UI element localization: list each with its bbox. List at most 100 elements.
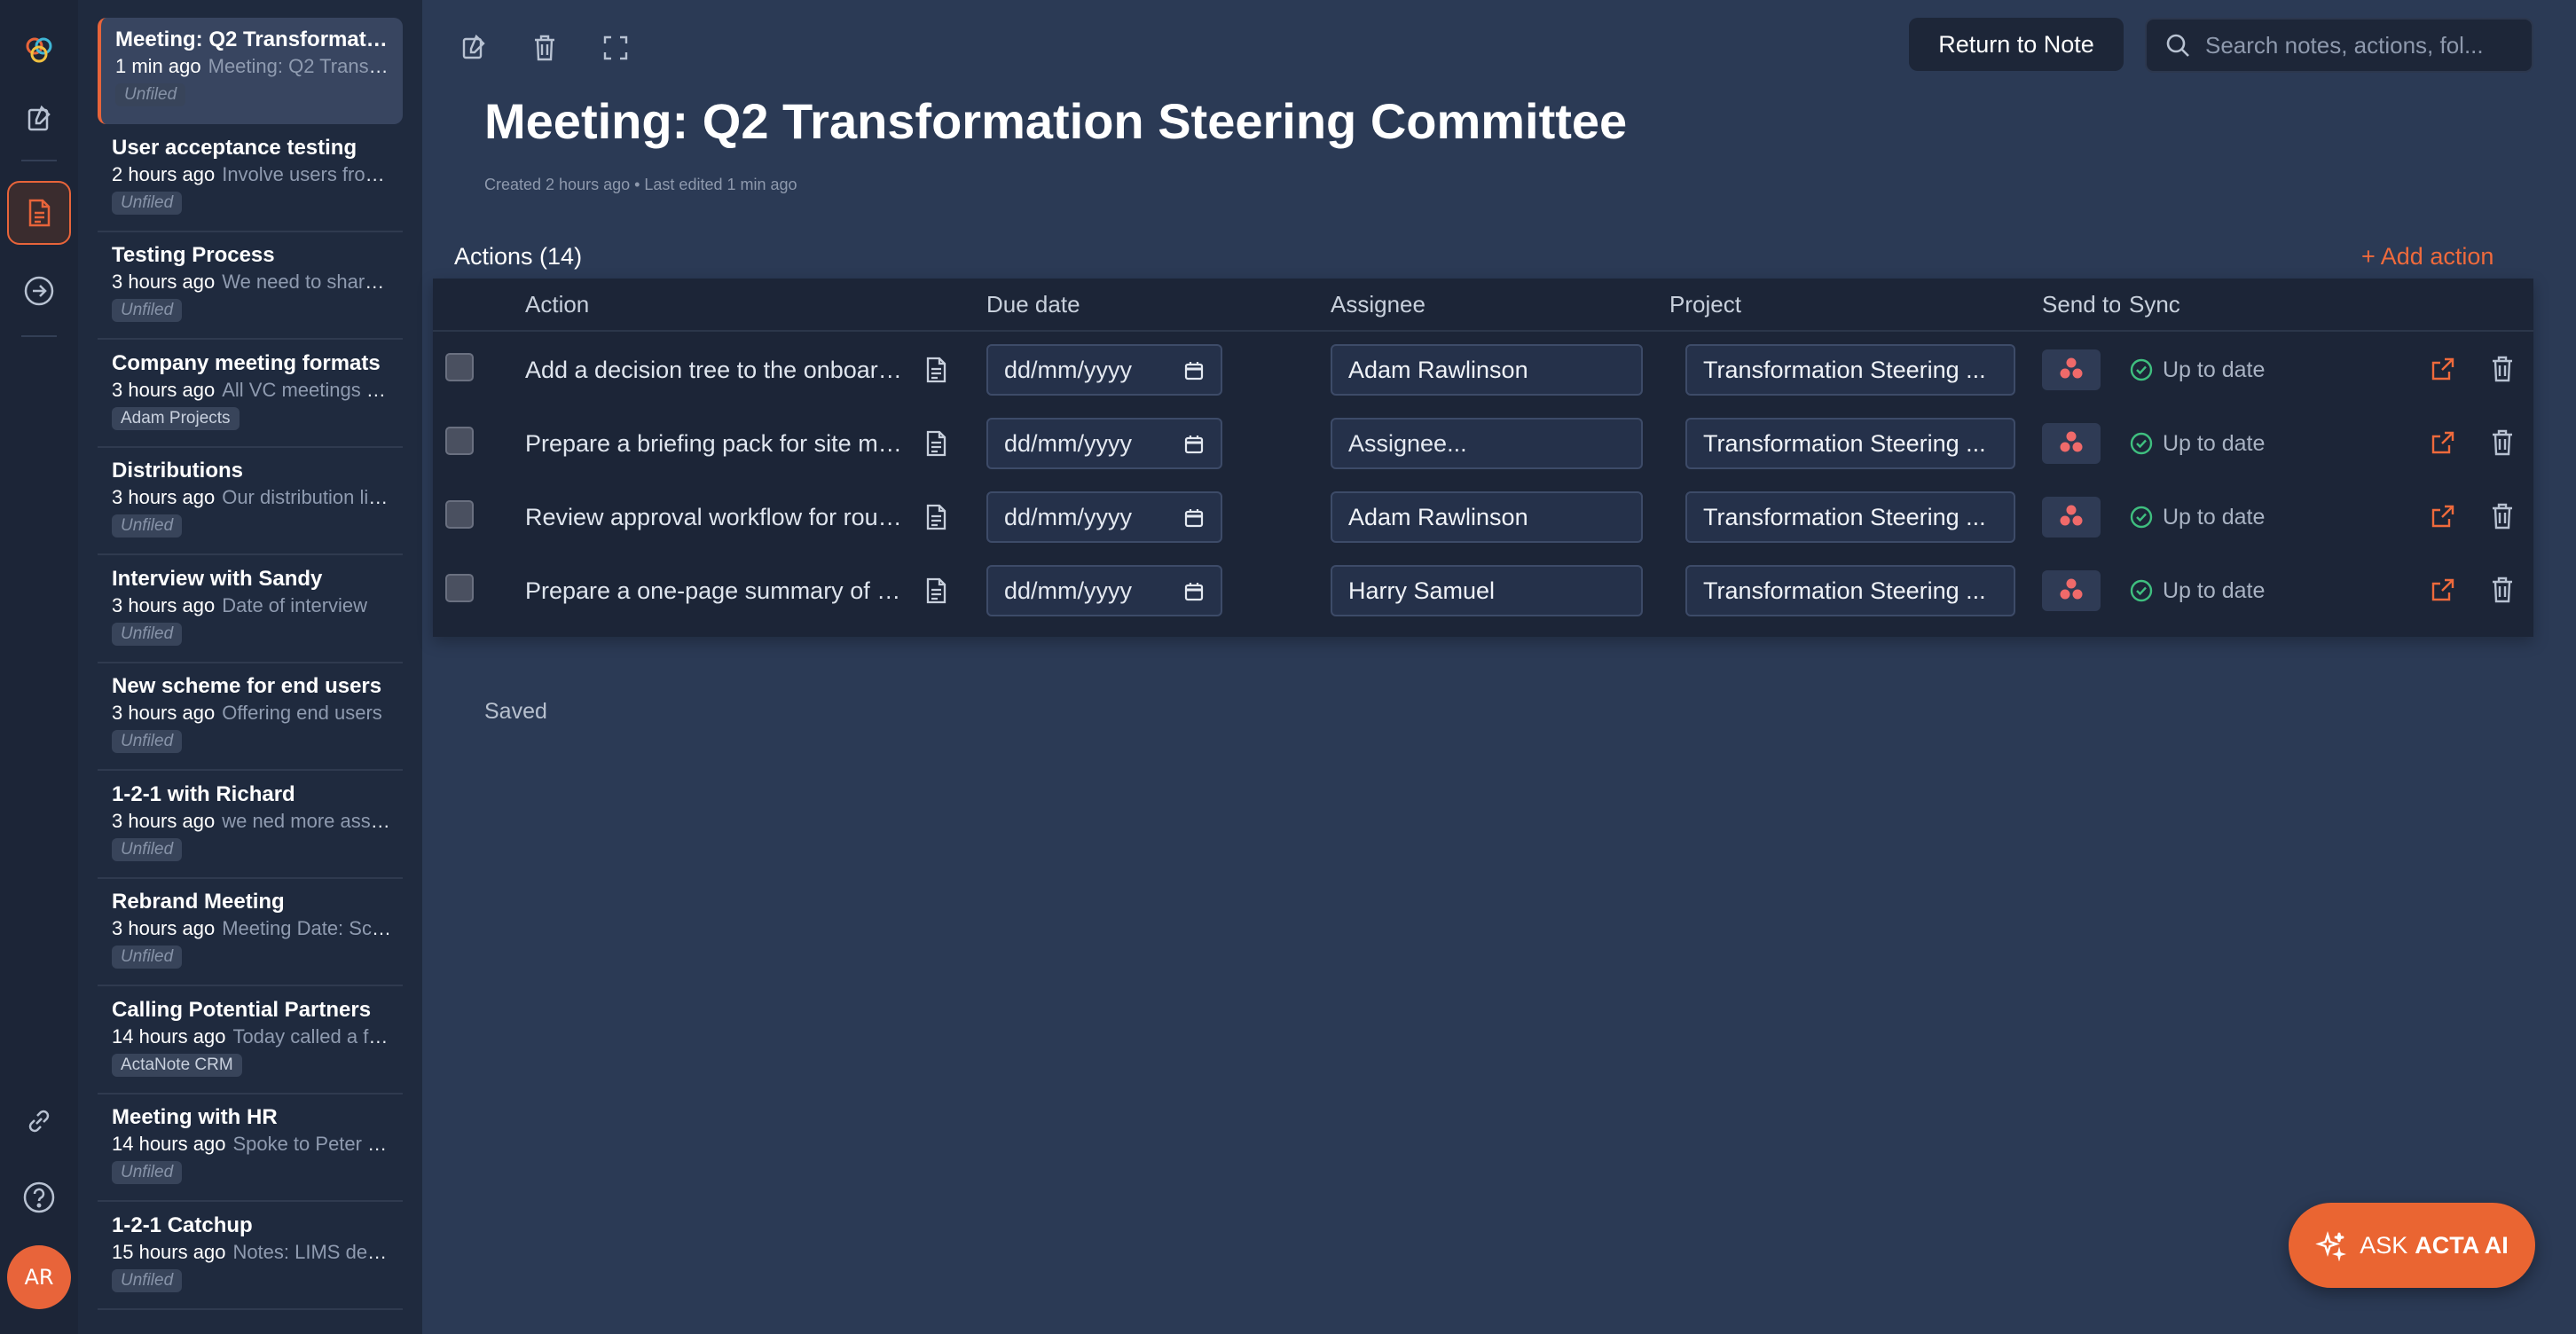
assignee-select[interactable]: Adam Rawlinson xyxy=(1331,344,1643,396)
search-box[interactable] xyxy=(2145,18,2533,73)
assignee-select[interactable]: Assignee... xyxy=(1331,418,1643,469)
project-select[interactable]: Transformation Steering ... xyxy=(1685,344,2015,396)
calendar-icon[interactable] xyxy=(1183,507,1205,535)
due-date-input[interactable]: dd/mm/yyyy xyxy=(986,491,1222,543)
search-icon xyxy=(2166,34,2189,57)
trash-icon[interactable] xyxy=(522,25,568,71)
notes-icon[interactable] xyxy=(7,181,71,245)
due-date-input[interactable]: dd/mm/yyyy xyxy=(986,418,1222,469)
open-external-icon[interactable] xyxy=(2429,355,2457,387)
actions-heading: Actions (14) xyxy=(454,243,583,270)
note-tag[interactable]: Adam Projects xyxy=(112,406,240,430)
action-text[interactable]: Prepare a briefing pack for site manager… xyxy=(525,407,907,480)
note-tag[interactable]: Unfiled xyxy=(112,514,183,538)
delete-action-icon[interactable] xyxy=(2489,576,2516,608)
calendar-icon[interactable] xyxy=(1183,434,1205,461)
note-list-item[interactable]: Company meeting formats 3 hours ago All VC… xyxy=(98,341,403,448)
note-list-item[interactable]: 1-2-1 with Richard 3 hours ago we ned more… xyxy=(98,773,403,879)
table-row: Prepare a briefing pack for site manager… xyxy=(433,407,2533,480)
help-icon[interactable] xyxy=(7,1165,71,1229)
open-external-icon[interactable] xyxy=(2429,502,2457,534)
page-title[interactable]: Meeting: Q2 Transformation Steering Comm… xyxy=(484,92,1627,150)
project-select[interactable]: Transformation Steering ... xyxy=(1685,565,2015,616)
note-tag[interactable]: Unfiled xyxy=(112,299,183,322)
note-tag[interactable]: Unfiled xyxy=(112,191,183,215)
note-tag[interactable]: Unfiled xyxy=(112,730,183,753)
assignee-select[interactable]: Harry Samuel xyxy=(1331,565,1643,616)
project-value: Transformation Steering ... xyxy=(1703,356,1986,383)
note-list-item[interactable]: User acceptance testing 2 hours ago Involv… xyxy=(98,126,403,232)
column-header-action: Action xyxy=(525,291,590,318)
note-tag[interactable]: Unfiled xyxy=(112,1161,183,1184)
delete-action-icon[interactable] xyxy=(2489,502,2516,534)
row-checkbox[interactable] xyxy=(445,427,474,455)
project-select[interactable]: Transformation Steering ... xyxy=(1685,491,2015,543)
document-icon[interactable] xyxy=(921,502,951,532)
note-list-item[interactable]: Calling Potential Partners 14 hours ago To… xyxy=(98,988,403,1095)
due-date-input[interactable]: dd/mm/yyyy xyxy=(986,565,1222,616)
assignee-value: Assignee... xyxy=(1348,429,1467,457)
search-input[interactable] xyxy=(2205,31,2525,59)
note-title: Distributions xyxy=(112,459,243,483)
logo-icon[interactable] xyxy=(7,18,71,82)
note-time: 2 hours ago xyxy=(112,162,216,185)
sync-label: Up to date xyxy=(2163,357,2266,382)
action-text[interactable]: Prepare a one-page summary of findings xyxy=(525,554,907,627)
note-tag[interactable]: Unfiled xyxy=(112,837,183,861)
check-circle-icon xyxy=(2129,357,2163,382)
calendar-icon[interactable] xyxy=(1183,360,1205,388)
avatar[interactable]: AR xyxy=(7,1245,71,1309)
note-tag[interactable]: Unfiled xyxy=(112,946,183,969)
note-tag[interactable]: Unfiled xyxy=(115,83,186,106)
fullscreen-icon[interactable] xyxy=(593,25,639,71)
delete-action-icon[interactable] xyxy=(2489,428,2516,460)
note-list-item[interactable]: Testing Process 3 hours ago We need to sha… xyxy=(98,233,403,340)
note-list-item[interactable]: Meeting with HR 14 hours ago Spoke to Pete… xyxy=(98,1095,403,1202)
arrow-right-circle-icon[interactable] xyxy=(7,259,71,323)
sync-label: Up to date xyxy=(2163,431,2266,456)
calendar-icon[interactable] xyxy=(1183,581,1205,608)
return-to-note-button[interactable]: Return to Note xyxy=(1909,18,2124,71)
ask-ai-prefix: ASK xyxy=(2360,1231,2408,1259)
add-action-button[interactable]: + Add action xyxy=(2361,243,2494,271)
document-icon[interactable] xyxy=(921,428,951,459)
send-to-asana-button[interactable] xyxy=(2042,570,2101,611)
note-time: 3 hours ago xyxy=(112,593,216,616)
open-external-icon[interactable] xyxy=(2429,428,2457,460)
row-checkbox[interactable] xyxy=(445,353,474,381)
note-time: 3 hours ago xyxy=(112,378,216,401)
action-text[interactable]: Review approval workflow for routine req… xyxy=(525,481,907,553)
action-text[interactable]: Add a decision tree to the onboarding gu… xyxy=(525,334,907,406)
document-icon[interactable] xyxy=(921,355,951,385)
send-to-asana-button[interactable] xyxy=(2042,349,2101,390)
project-value: Transformation Steering ... xyxy=(1703,577,1986,604)
note-list-item[interactable]: Interview with Sandy 3 hours ago Date of i… xyxy=(98,557,403,663)
new-note-icon[interactable] xyxy=(7,87,71,151)
note-tag[interactable]: ActaNote CRM xyxy=(112,1053,242,1077)
delete-action-icon[interactable] xyxy=(2489,355,2516,387)
send-to-asana-button[interactable] xyxy=(2042,497,2101,538)
link-icon[interactable] xyxy=(7,1089,71,1153)
note-list-item[interactable]: Rebrand Meeting 3 hours ago Meeting Date: … xyxy=(98,880,403,986)
ask-acta-ai-button[interactable]: ASK ACTA AI xyxy=(2289,1203,2535,1288)
page-meta: Created 2 hours ago • Last edited 1 min … xyxy=(484,176,797,193)
table-row: Prepare a one-page summary of findings dd… xyxy=(433,554,2533,627)
edit-note-icon[interactable] xyxy=(451,25,497,71)
due-date-input[interactable]: dd/mm/yyyy xyxy=(986,344,1222,396)
note-tag[interactable]: Unfiled xyxy=(112,1268,183,1292)
open-external-icon[interactable] xyxy=(2429,576,2457,608)
row-checkbox[interactable] xyxy=(445,574,474,602)
note-meta: 14 hours ago Today called a few xyxy=(112,1024,392,1050)
project-select[interactable]: Transformation Steering ... xyxy=(1685,418,2015,469)
send-to-asana-button[interactable] xyxy=(2042,423,2101,464)
row-checkbox[interactable] xyxy=(445,500,474,529)
note-list-item[interactable]: Meeting: Q2 Transformation Steering Comm… xyxy=(98,18,403,124)
note-list-item[interactable]: Distributions 3 hours ago Our distribution… xyxy=(98,449,403,555)
note-list-item[interactable]: New scheme for end users 3 hours ago Offer… xyxy=(98,664,403,771)
note-meta: 3 hours ago we ned more assistance xyxy=(112,808,392,835)
note-list-item[interactable]: 1-2-1 Catchup 15 hours ago Notes: LIMS dem… xyxy=(98,1204,403,1310)
note-tag[interactable]: Unfiled xyxy=(112,622,183,646)
note-time: 3 hours ago xyxy=(112,702,216,724)
document-icon[interactable] xyxy=(921,576,951,606)
assignee-select[interactable]: Adam Rawlinson xyxy=(1331,491,1643,543)
